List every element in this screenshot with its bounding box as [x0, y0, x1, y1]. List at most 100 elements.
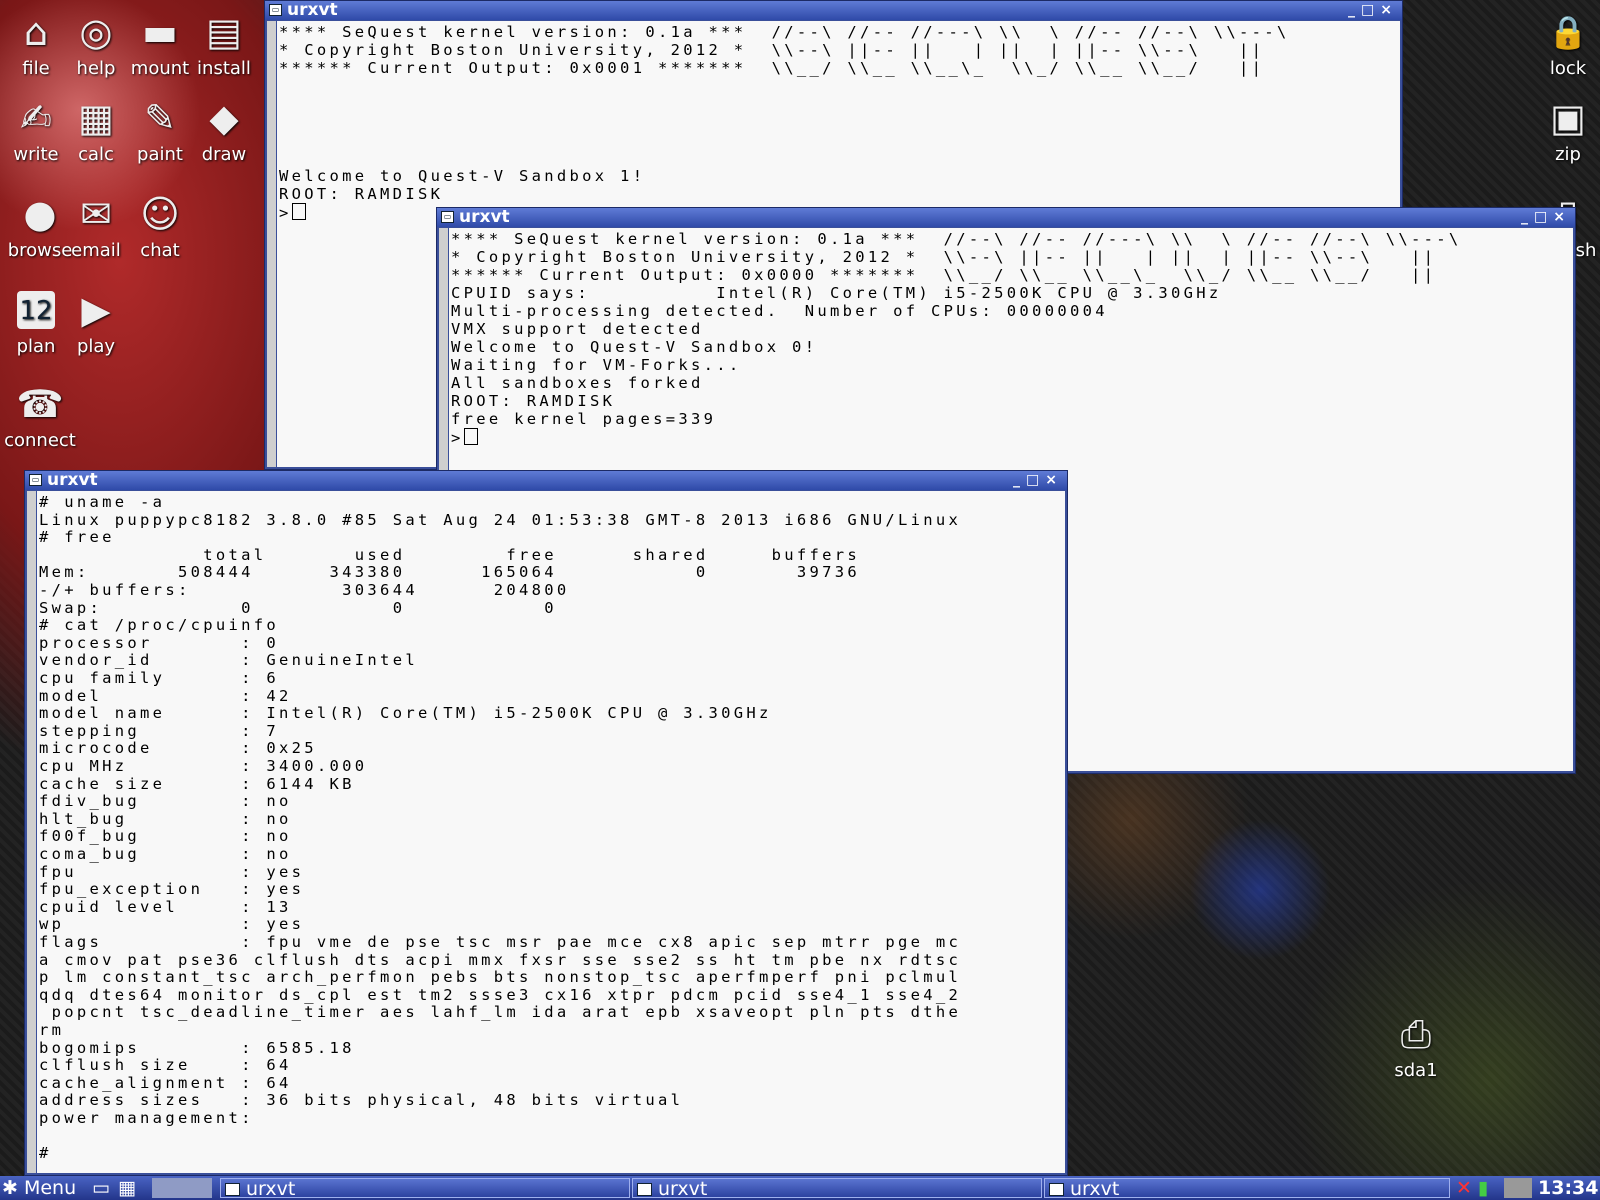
terminal-line: f00f_bug : no — [39, 827, 292, 846]
connect-icon: ☎ — [16, 382, 64, 426]
scrollbar[interactable] — [27, 491, 36, 1173]
terminal-line: vendor_id : GenuineIntel — [39, 651, 418, 670]
terminal-line: power management: — [39, 1109, 254, 1127]
desktop-icon-play[interactable]: ▶ play — [60, 286, 132, 357]
terminal-prompt[interactable]: > — [451, 428, 478, 447]
desktop-icon-sda1[interactable]: ⎙ sda1 — [1380, 1010, 1452, 1081]
desktop-icon-chat[interactable]: ☺ chat — [124, 190, 196, 261]
maximize-icon[interactable]: □ — [1534, 209, 1553, 225]
padlock-icon: 🔒 — [1548, 13, 1588, 51]
terminal-line: # uname -a — [39, 493, 166, 511]
terminal-line: hlt_bug : no — [39, 809, 292, 828]
terminal-line: p lm constant_tsc arch_perfmon pebs bts … — [39, 968, 962, 987]
maximize-icon[interactable]: □ — [1361, 2, 1380, 18]
terminal-line: rm — [39, 1021, 65, 1039]
terminal-line: cpuid level : 13 — [39, 897, 292, 916]
desktop-icon-paint[interactable]: ✎ paint — [124, 94, 196, 165]
window-title: urxvt — [47, 470, 98, 490]
terminal-icon: ▭ — [441, 211, 454, 223]
terminal-icon — [225, 1183, 240, 1196]
text-cursor — [463, 428, 478, 445]
desktop-icon-connect[interactable]: ☎ connect — [4, 380, 76, 451]
terminal-line: # cat /proc/cpuinfo — [39, 616, 280, 635]
terminal-line: CPUID says: Intel(R) Core(TM) i5-2500K C… — [451, 284, 1222, 302]
terminal-line: ****** Current Output: 0x0000 ******* \\… — [451, 266, 1437, 284]
clapper-icon: ▶ — [81, 288, 111, 332]
window-title: urxvt — [287, 0, 338, 20]
printer-drive-icon: ⎙ — [1400, 1012, 1432, 1056]
titlebar[interactable]: ▭ urxvt _□× — [265, 1, 1402, 20]
titlebar[interactable]: ▭ urxvt _□× — [25, 471, 1067, 490]
battery-icon[interactable]: ▮ — [1478, 1178, 1500, 1198]
desktop-icon-mount[interactable]: ▬ mount — [124, 8, 196, 79]
minimize-icon[interactable]: _ — [1521, 209, 1534, 225]
write-icon: ✍ — [20, 96, 52, 140]
terminal-prompt[interactable]: > — [279, 203, 306, 222]
desktop-icon-install[interactable]: ▤ install — [188, 8, 260, 79]
terminal-line: ROOT: RAMDISK — [451, 392, 616, 410]
terminal-line: Multi-processing detected. Number of CPU… — [451, 302, 1108, 320]
scrollbar[interactable] — [267, 21, 276, 467]
window-buttons[interactable]: _□× — [1521, 208, 1571, 227]
desktop-icon-zip[interactable]: ▣ zip — [1532, 94, 1600, 165]
terminal-line: free kernel pages=339 — [451, 410, 717, 428]
terminal-line: bogomips : 6585.18 — [39, 1038, 355, 1057]
terminal-line: wp : yes — [39, 915, 305, 934]
show-desktop-icon[interactable]: ▭ — [92, 1178, 112, 1198]
terminal-line: Mem: 508444 343380 165064 0 39736 — [39, 563, 861, 582]
terminal-line: clflush size : 64 — [39, 1056, 292, 1075]
close-icon[interactable]: × — [1380, 2, 1398, 18]
terminal-line: microcode : 0x25 — [39, 739, 317, 758]
puppy-paw-icon: ✱ — [2, 1177, 18, 1199]
drive-icon: ▬ — [142, 10, 178, 54]
workspace-pager[interactable] — [152, 1178, 212, 1198]
clock[interactable]: 13:34 — [1538, 1178, 1598, 1198]
terminal-line: fdiv_bug : no — [39, 792, 292, 811]
minimize-icon[interactable]: _ — [1348, 2, 1361, 18]
terminal-line: qdq dtes64 monitor ds_cpl est tm2 ssse3 … — [39, 985, 962, 1004]
window-buttons[interactable]: _□× — [1013, 471, 1063, 490]
terminal-line: Welcome to Quest-V Sandbox 0! — [451, 338, 818, 356]
terminal-line: a cmov pat pse36 clflush dts acpi mmx fx… — [39, 950, 962, 969]
terminal-line: model : 42 — [39, 686, 292, 705]
terminal-line: ROOT: RAMDISK — [279, 185, 444, 203]
desktop-icon-lock[interactable]: 🔒 lock — [1532, 8, 1600, 79]
network-disconnected-icon[interactable]: ✕ — [1456, 1178, 1474, 1198]
titlebar[interactable]: ▭ urxvt _□× — [437, 208, 1575, 227]
palette-icon: ✎ — [144, 96, 176, 140]
terminal-window-linux[interactable]: ▭ urxvt _□× # uname -a Linux puppypc8182 … — [24, 470, 1068, 1176]
taskbar-task-urxvt-2[interactable]: urxvt — [632, 1178, 1042, 1199]
people-icon: ☺ — [140, 192, 180, 236]
terminal-line: cpu MHz : 3400.000 — [39, 757, 368, 775]
window-buttons[interactable]: _□× — [1348, 1, 1398, 20]
taskbar-task-urxvt-1[interactable]: urxvt — [220, 1178, 630, 1199]
start-menu-button[interactable]: ✱ Menu — [2, 1178, 86, 1198]
minimize-icon[interactable]: _ — [1013, 472, 1026, 488]
terminal-line: coma_bug : no — [39, 845, 292, 863]
window-switch-icon[interactable]: ▦ — [118, 1178, 148, 1198]
terminal-line: **** SeQuest kernel version: 0.1a *** //… — [451, 230, 1462, 248]
terminal-line: fpu : yes — [39, 862, 305, 881]
desktop-icon-help[interactable]: ◎ help — [60, 8, 132, 79]
window-title: urxvt — [459, 207, 510, 227]
terminal-line: All sandboxes forked — [451, 374, 704, 392]
desktop-icon-draw[interactable]: ◆ draw — [188, 94, 260, 165]
close-icon[interactable]: × — [1045, 472, 1063, 488]
terminal-line: # — [39, 1144, 52, 1163]
terminal-output[interactable]: # uname -a Linux puppypc8182 3.8.0 #85 Sa… — [37, 491, 1065, 1173]
desktop-icon-calc[interactable]: ▦ calc — [60, 94, 132, 165]
terminal-line: total used free shared buffers — [39, 545, 861, 564]
close-icon[interactable]: × — [1553, 209, 1571, 225]
terminal-line: ****** Current Output: 0x0001 ******* \\… — [279, 59, 1265, 77]
volume-icon[interactable] — [1504, 1178, 1532, 1198]
taskbar-task-urxvt-3[interactable]: urxvt — [1044, 1178, 1450, 1199]
terminal-icon — [637, 1183, 652, 1196]
terminal-icon — [1049, 1183, 1064, 1196]
desktop-icon-email[interactable]: ✉ email — [60, 190, 132, 261]
maximize-icon[interactable]: □ — [1026, 472, 1045, 488]
terminal-line: -/+ buffers: 303644 204800 — [39, 581, 570, 599]
package-icon: ▤ — [206, 10, 242, 54]
terminal-line: fpu_exception : yes — [39, 880, 305, 899]
home-icon: ⌂ — [23, 10, 49, 54]
lifebuoy-icon: ◎ — [79, 10, 113, 54]
